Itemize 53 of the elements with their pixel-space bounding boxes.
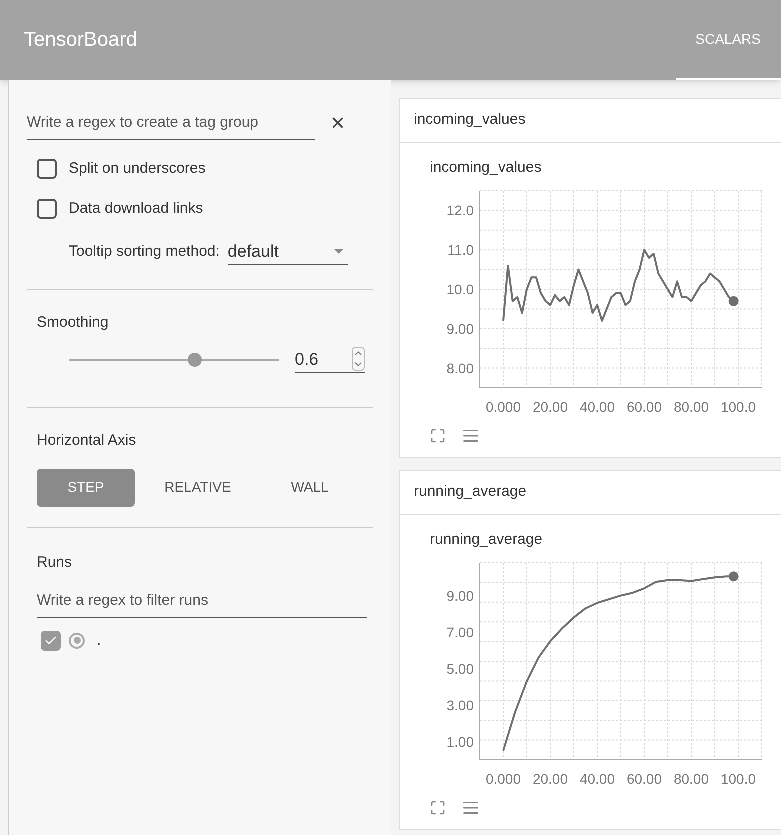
y-tick-label: 8.00	[446, 360, 474, 376]
run-radio[interactable]	[69, 632, 85, 649]
run-label: .	[97, 630, 102, 650]
section-title: Horizontal Axis	[37, 431, 138, 451]
run-filter-field[interactable]: Write a regex to filter runs	[37, 586, 367, 618]
y-tick-label: 11.0	[448, 242, 474, 258]
x-tick-label: 0.000	[486, 771, 522, 787]
checkbox-label: Data download links	[69, 199, 204, 219]
x-tick-label: 40.00	[580, 399, 616, 415]
section-title: Runs	[37, 552, 74, 572]
x-tick-label: 40.00	[580, 771, 616, 787]
x-tick-label: 80.00	[674, 771, 710, 787]
close-button[interactable]: ×	[331, 112, 346, 136]
x-tick-label: 20.00	[532, 399, 568, 415]
end-point-marker	[728, 296, 739, 306]
legend-lines-icon[interactable]	[462, 427, 480, 445]
x-tick-label: 100.0	[720, 399, 756, 415]
y-tick-label: 9.00	[446, 588, 474, 604]
legend-lines-icon[interactable]	[462, 799, 480, 817]
section-title: Smoothing	[37, 313, 110, 333]
x-tick-label: 100.0	[720, 771, 756, 787]
y-tick-label: 5.00	[446, 660, 474, 677]
x-tick-label: 60.00	[626, 399, 662, 415]
tag-group-field[interactable]: Write a regex to create a tag group	[27, 108, 315, 140]
run-checkbox[interactable]	[41, 630, 61, 651]
x-tick-label: 20.00	[532, 771, 568, 787]
chart-title: incoming_values	[429, 158, 542, 178]
tooltip-sorting-label: Tooltip sorting method:	[69, 242, 220, 262]
y-tick-label: 1.00	[446, 734, 474, 750]
checkbox[interactable]	[37, 199, 57, 220]
card-title: running_average	[400, 471, 781, 514]
y-tick-label: 10.0	[446, 282, 474, 298]
y-tick-label: 12.0	[446, 202, 474, 219]
slider-thumb[interactable]	[188, 352, 202, 367]
fullscreen-button[interactable]	[430, 799, 446, 817]
fullscreen-button[interactable]	[430, 427, 446, 445]
x-tick-label: 60.00	[626, 771, 662, 787]
caret-icon	[334, 248, 344, 254]
x-tick-label: 80.00	[674, 399, 710, 415]
app-title: TensorBoard	[24, 28, 138, 53]
chart-title: running_average	[429, 530, 543, 550]
sorting-dropdown[interactable]: default	[228, 238, 348, 265]
x-tick-label: 0.000	[486, 399, 522, 415]
y-tick-label: 9.00	[446, 320, 474, 337]
card-title: incoming_values	[400, 99, 781, 142]
checkbox-label: Split on underscores	[69, 158, 206, 178]
axis-option-button[interactable]: WALL	[261, 468, 359, 506]
axis-option-button[interactable]: RELATIVE	[149, 468, 247, 506]
y-tick-label: 7.00	[446, 624, 474, 640]
checkbox[interactable]	[37, 158, 57, 179]
y-tick-label: 3.00	[446, 697, 474, 714]
smoothing-input[interactable]: 0.6	[295, 346, 365, 373]
end-point-marker	[728, 572, 739, 582]
